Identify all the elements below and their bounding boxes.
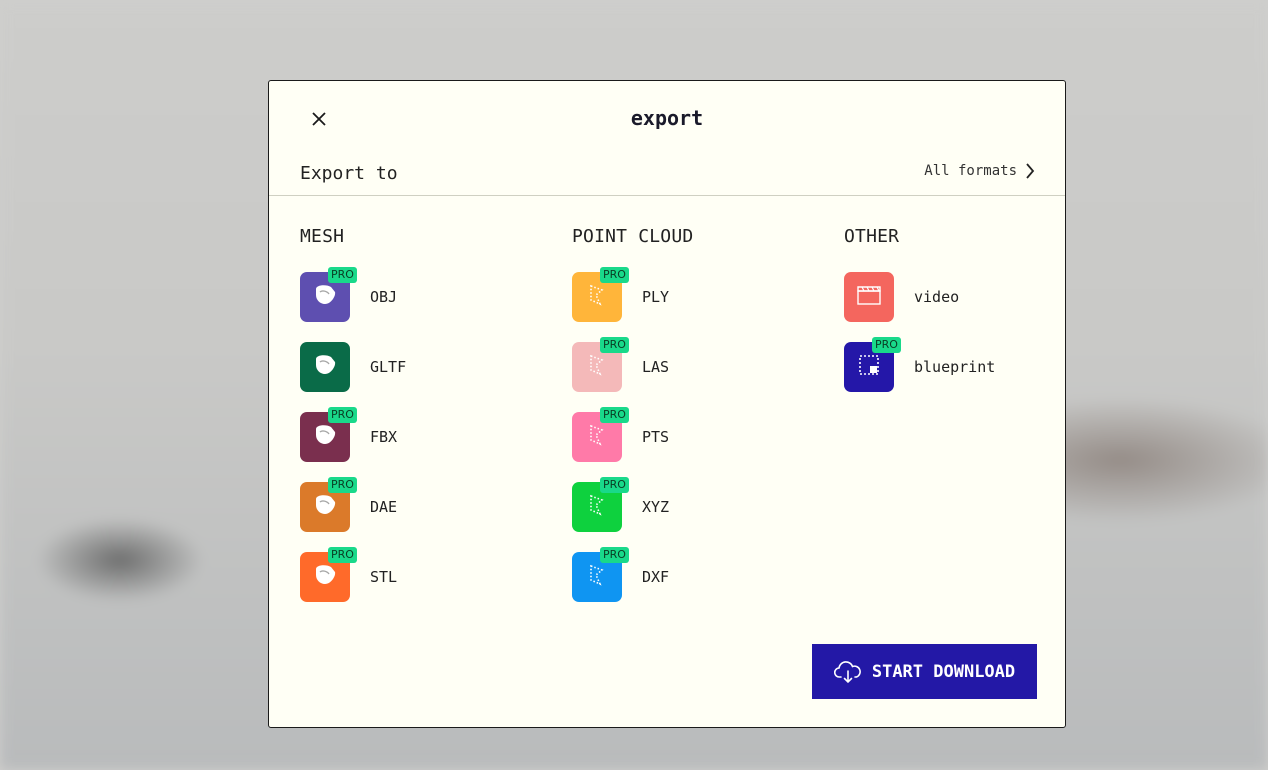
format-label: blueprint [914, 358, 996, 376]
format-tile: PRO [300, 267, 357, 322]
column-heading: POINT CLOUD [572, 226, 694, 247]
format-option-las[interactable]: PRO LAS [572, 337, 670, 392]
format-label: video [914, 288, 960, 306]
column-heading: MESH [300, 226, 345, 247]
column-mesh: MESH PRO OBJ GLTF PRO FBX PRO DAE PRO STL [300, 226, 406, 602]
all-formats-link[interactable]: All formats [924, 163, 1035, 179]
mesh-shape-icon [310, 420, 340, 454]
mesh-shape-icon [310, 490, 340, 524]
format-tile: PRO [572, 267, 629, 322]
pro-badge: PRO [328, 267, 357, 283]
format-option-ply[interactable]: PRO PLY [572, 267, 670, 322]
mesh-shape-icon [310, 560, 340, 594]
format-option-pts[interactable]: PRO PTS [572, 407, 670, 462]
pro-badge: PRO [600, 407, 629, 423]
format-option-obj[interactable]: PRO OBJ [300, 267, 398, 322]
mesh-shape-icon [310, 350, 340, 384]
format-option-dxf[interactable]: PRO DXF [572, 547, 670, 602]
format-label: DXF [642, 568, 670, 586]
format-tile: PRO [300, 547, 357, 602]
dialog-title: export [630, 106, 704, 130]
format-label: GLTF [370, 358, 407, 376]
format-option-gltf[interactable]: GLTF [300, 342, 406, 392]
format-option-dae[interactable]: PRO DAE [300, 477, 398, 532]
format-label: OBJ [370, 288, 398, 306]
format-label: DAE [370, 498, 398, 516]
format-tile: PRO [300, 407, 357, 462]
point-cloud-icon [582, 280, 612, 314]
format-option-fbx[interactable]: PRO FBX [300, 407, 398, 462]
format-label: LAS [642, 358, 670, 376]
format-option-blueprint[interactable]: PRO blueprint [844, 337, 996, 392]
export-dialog: export Export to All formats MESH PRO OBJ G… [268, 80, 1066, 728]
format-label: XYZ [642, 498, 670, 516]
format-option-video[interactable]: video [844, 272, 959, 322]
mesh-shape-icon [310, 280, 340, 314]
column-heading: OTHER [844, 226, 900, 247]
format-tile [844, 272, 894, 322]
column-other: OTHER video PRO blueprint [844, 226, 995, 392]
point-cloud-icon [582, 490, 612, 524]
chevron-right-icon [1026, 163, 1035, 179]
format-tile: PRO [844, 337, 901, 392]
format-tile: PRO [300, 477, 357, 532]
pro-badge: PRO [328, 407, 357, 423]
start-download-label: START DOWNLOAD [871, 661, 1016, 682]
format-label: FBX [370, 428, 398, 446]
format-tile: PRO [572, 547, 629, 602]
format-tile: PRO [572, 337, 629, 392]
pro-badge: PRO [600, 477, 629, 493]
pro-badge: PRO [600, 337, 629, 353]
format-label: PTS [642, 428, 670, 446]
pro-badge: PRO [600, 267, 629, 283]
export-to-label: Export to [300, 163, 398, 184]
pro-badge: PRO [600, 547, 629, 563]
point-cloud-icon [582, 350, 612, 384]
pro-badge: PRO [872, 337, 901, 353]
format-option-xyz[interactable]: PRO XYZ [572, 477, 670, 532]
format-tile: PRO [572, 477, 629, 532]
format-tile: PRO [572, 407, 629, 462]
point-cloud-icon [582, 560, 612, 594]
start-download-button[interactable]: START DOWNLOAD [812, 644, 1037, 699]
format-label: PLY [642, 288, 670, 306]
pro-badge: PRO [328, 477, 357, 493]
blueprint-icon [855, 351, 883, 383]
pro-badge: PRO [328, 547, 357, 563]
format-tile [300, 342, 350, 392]
all-formats-label: All formats [924, 163, 1017, 179]
cloud-download-icon [833, 660, 861, 683]
header-divider [269, 195, 1065, 196]
format-label: STL [370, 568, 398, 586]
point-cloud-icon [582, 420, 612, 454]
format-option-stl[interactable]: PRO STL [300, 547, 398, 602]
clapperboard-icon [855, 283, 883, 311]
column-point-cloud: POINT CLOUD PRO PLY PRO LAS PRO PTS PRO XYZ PRO DX… [572, 226, 694, 602]
